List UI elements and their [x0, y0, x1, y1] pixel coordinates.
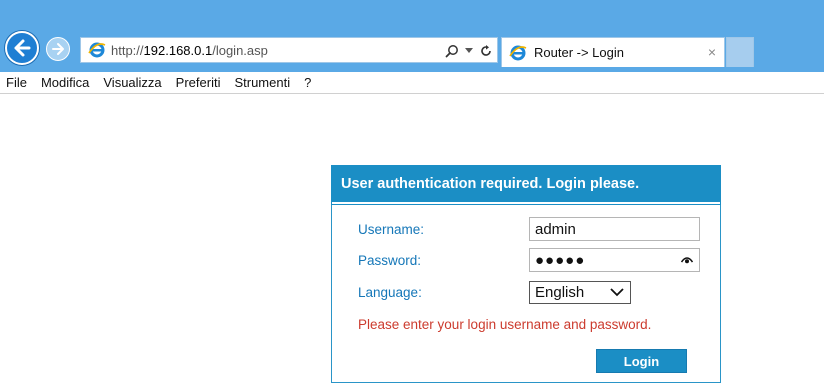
chevron-down-icon[interactable] — [465, 48, 473, 54]
username-input[interactable]: admin — [529, 217, 700, 241]
menu-help[interactable]: ? — [304, 75, 311, 90]
menu-strumenti[interactable]: Strumenti — [234, 75, 290, 90]
menu-preferiti[interactable]: Preferiti — [176, 75, 221, 90]
username-value: admin — [535, 220, 576, 238]
menu-modifica[interactable]: Modifica — [41, 75, 89, 90]
forward-button[interactable] — [46, 37, 70, 61]
login-button[interactable]: Login — [596, 349, 687, 373]
language-label: Language: — [358, 284, 422, 300]
login-header-title: User authentication required. Login plea… — [341, 176, 640, 192]
language-selected: English — [535, 283, 585, 301]
password-row: Password: ●●●●● — [358, 247, 702, 273]
browser-titlebar: http://192.168.0.1/login.asp Router -> L… — [0, 0, 824, 72]
language-row: Language: English — [358, 279, 702, 305]
username-label: Username: — [358, 221, 425, 237]
language-select[interactable]: English — [529, 280, 631, 304]
password-label: Password: — [358, 252, 422, 268]
login-panel: User authentication required. Login plea… — [331, 165, 721, 383]
address-bar[interactable]: http://192.168.0.1/login.asp — [80, 37, 498, 63]
username-row: Username: admin — [358, 216, 702, 242]
password-input[interactable]: ●●●●● — [529, 248, 700, 272]
forward-arrow-icon — [52, 43, 64, 55]
url-text[interactable]: http://192.168.0.1/login.asp — [111, 43, 268, 58]
close-tab-icon[interactable]: × — [708, 44, 716, 60]
url-prefix: http:// — [111, 42, 144, 58]
url-path: /login.asp — [212, 42, 268, 58]
chevron-down-icon — [610, 287, 624, 296]
menu-visualizza[interactable]: Visualizza — [103, 75, 161, 90]
tab-ie-logo-icon — [506, 41, 530, 65]
address-tools — [445, 41, 493, 61]
login-header: User authentication required. Login plea… — [331, 165, 721, 205]
tab-title: Router -> Login — [534, 45, 624, 60]
search-icon[interactable] — [445, 44, 459, 58]
refresh-icon[interactable] — [479, 44, 493, 58]
new-tab-button[interactable] — [726, 37, 754, 67]
menu-file[interactable]: File — [6, 75, 27, 90]
back-button[interactable] — [5, 31, 39, 65]
menu-bar: File Modifica Visualizza Preferiti Strum… — [0, 72, 824, 94]
reveal-password-icon[interactable] — [681, 255, 693, 265]
url-host: 192.168.0.1 — [143, 42, 213, 58]
back-arrow-icon — [14, 39, 31, 57]
ie-logo-icon — [85, 38, 109, 62]
login-message: Please enter your login username and pas… — [358, 317, 652, 332]
password-value: ●●●●● — [535, 251, 586, 269]
tab-router-login[interactable]: Router -> Login × — [501, 37, 725, 67]
